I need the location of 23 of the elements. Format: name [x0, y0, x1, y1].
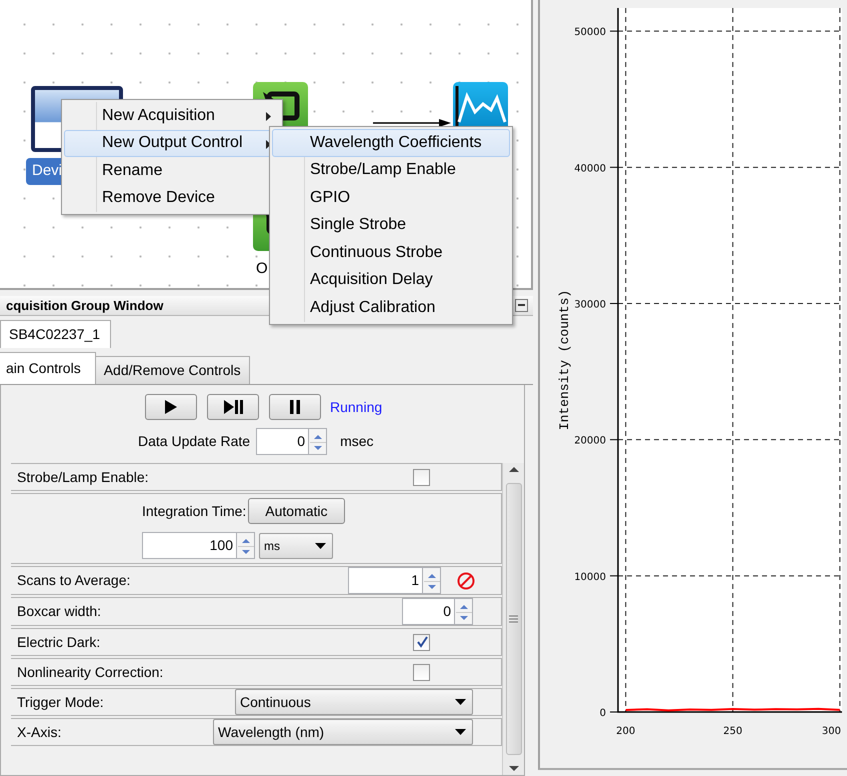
tick-label: 250 [723, 726, 742, 737]
field-label: Boxcar width: [17, 602, 102, 621]
field-label: Integration Time: [142, 502, 246, 521]
window-title: cquisition Group Window [6, 296, 164, 315]
tick-label: 300 [822, 726, 841, 737]
field-label: Scans to Average: [17, 571, 130, 590]
tick-label: 30000 [574, 300, 606, 310]
field-label: Strobe/Lamp Enable: [17, 468, 149, 487]
axis-title: Intensity (counts) [557, 290, 572, 430]
tick-label: 0 [600, 708, 606, 719]
field-label: Nonlinearity Correction: [17, 662, 164, 682]
tick-label: 10000 [574, 572, 606, 583]
tick-label: 20000 [574, 436, 606, 447]
field-label: X-Axis: [17, 722, 62, 742]
unit-label: msec [340, 432, 374, 451]
node-label: O [255, 259, 269, 279]
field-label: Data Update Rate [138, 432, 250, 451]
status-text: Running [330, 398, 382, 417]
tick-label: 200 [616, 726, 636, 737]
field-label: Trigger Mode: [17, 692, 104, 712]
tick-label: 50000 [574, 27, 606, 38]
field-label: Electric Dark: [17, 632, 100, 652]
tick-label: 40000 [574, 163, 606, 174]
